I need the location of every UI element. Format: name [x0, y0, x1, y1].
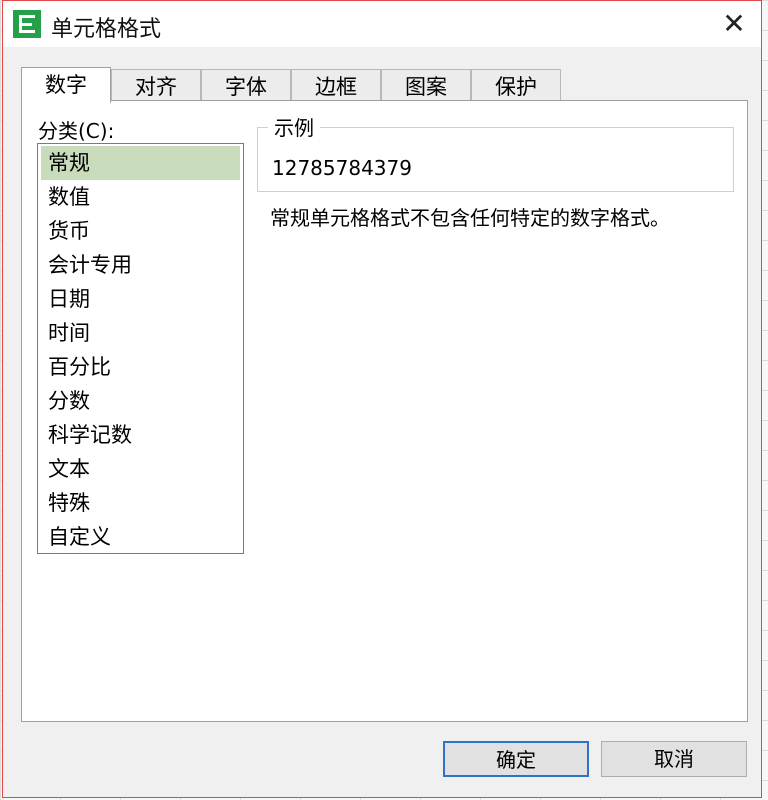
sample-groupbox: 示例 12785784379	[257, 112, 734, 192]
tab-number[interactable]: 数字	[21, 67, 111, 103]
category-item-number[interactable]: 数值	[41, 180, 240, 214]
category-item-custom[interactable]: 自定义	[41, 520, 240, 554]
sample-title: 示例	[268, 112, 320, 141]
category-item-time[interactable]: 时间	[41, 316, 240, 350]
category-item-fraction[interactable]: 分数	[41, 384, 240, 418]
title-bar: 单元格格式 ✕	[3, 1, 761, 47]
category-item-special[interactable]: 特殊	[41, 486, 240, 520]
dialog-title: 单元格格式	[51, 17, 162, 42]
category-item-currency[interactable]: 货币	[41, 214, 240, 248]
category-item-scientific[interactable]: 科学记数	[41, 418, 240, 452]
sample-value: 12785784379	[272, 156, 412, 180]
category-item-date[interactable]: 日期	[41, 282, 240, 316]
ok-button[interactable]: 确定	[443, 741, 589, 777]
category-item-text[interactable]: 文本	[41, 452, 240, 486]
cancel-button[interactable]: 取消	[601, 741, 747, 777]
tab-pattern[interactable]: 图案	[381, 69, 471, 101]
category-item-accounting[interactable]: 会计专用	[41, 248, 240, 282]
category-listbox[interactable]: 常规 数值 货币 会计专用 日期 时间 百分比 分数 科学记数 文本 特殊 自定…	[37, 143, 244, 554]
format-description: 常规单元格格式不包含任何特定的数字格式。	[270, 206, 670, 230]
tab-strip: 数字 对齐 字体 边框 图案 保护	[21, 67, 561, 103]
category-item-percentage[interactable]: 百分比	[41, 350, 240, 384]
tab-alignment[interactable]: 对齐	[111, 69, 201, 101]
category-label: 分类(C):	[38, 119, 115, 143]
category-item-general[interactable]: 常规	[41, 146, 240, 180]
close-button[interactable]: ✕	[719, 9, 749, 39]
format-cells-dialog: 单元格格式 ✕ 数字 对齐 字体 边框 图案 保护 分类(C): 常规 数值 货…	[2, 0, 762, 798]
tab-font[interactable]: 字体	[201, 69, 291, 101]
number-tab-panel: 分类(C): 常规 数值 货币 会计专用 日期 时间 百分比 分数 科学记数 文…	[21, 100, 748, 722]
tab-border[interactable]: 边框	[291, 69, 381, 101]
tab-protection[interactable]: 保护	[471, 69, 561, 101]
spreadsheet-app-icon	[13, 10, 41, 38]
